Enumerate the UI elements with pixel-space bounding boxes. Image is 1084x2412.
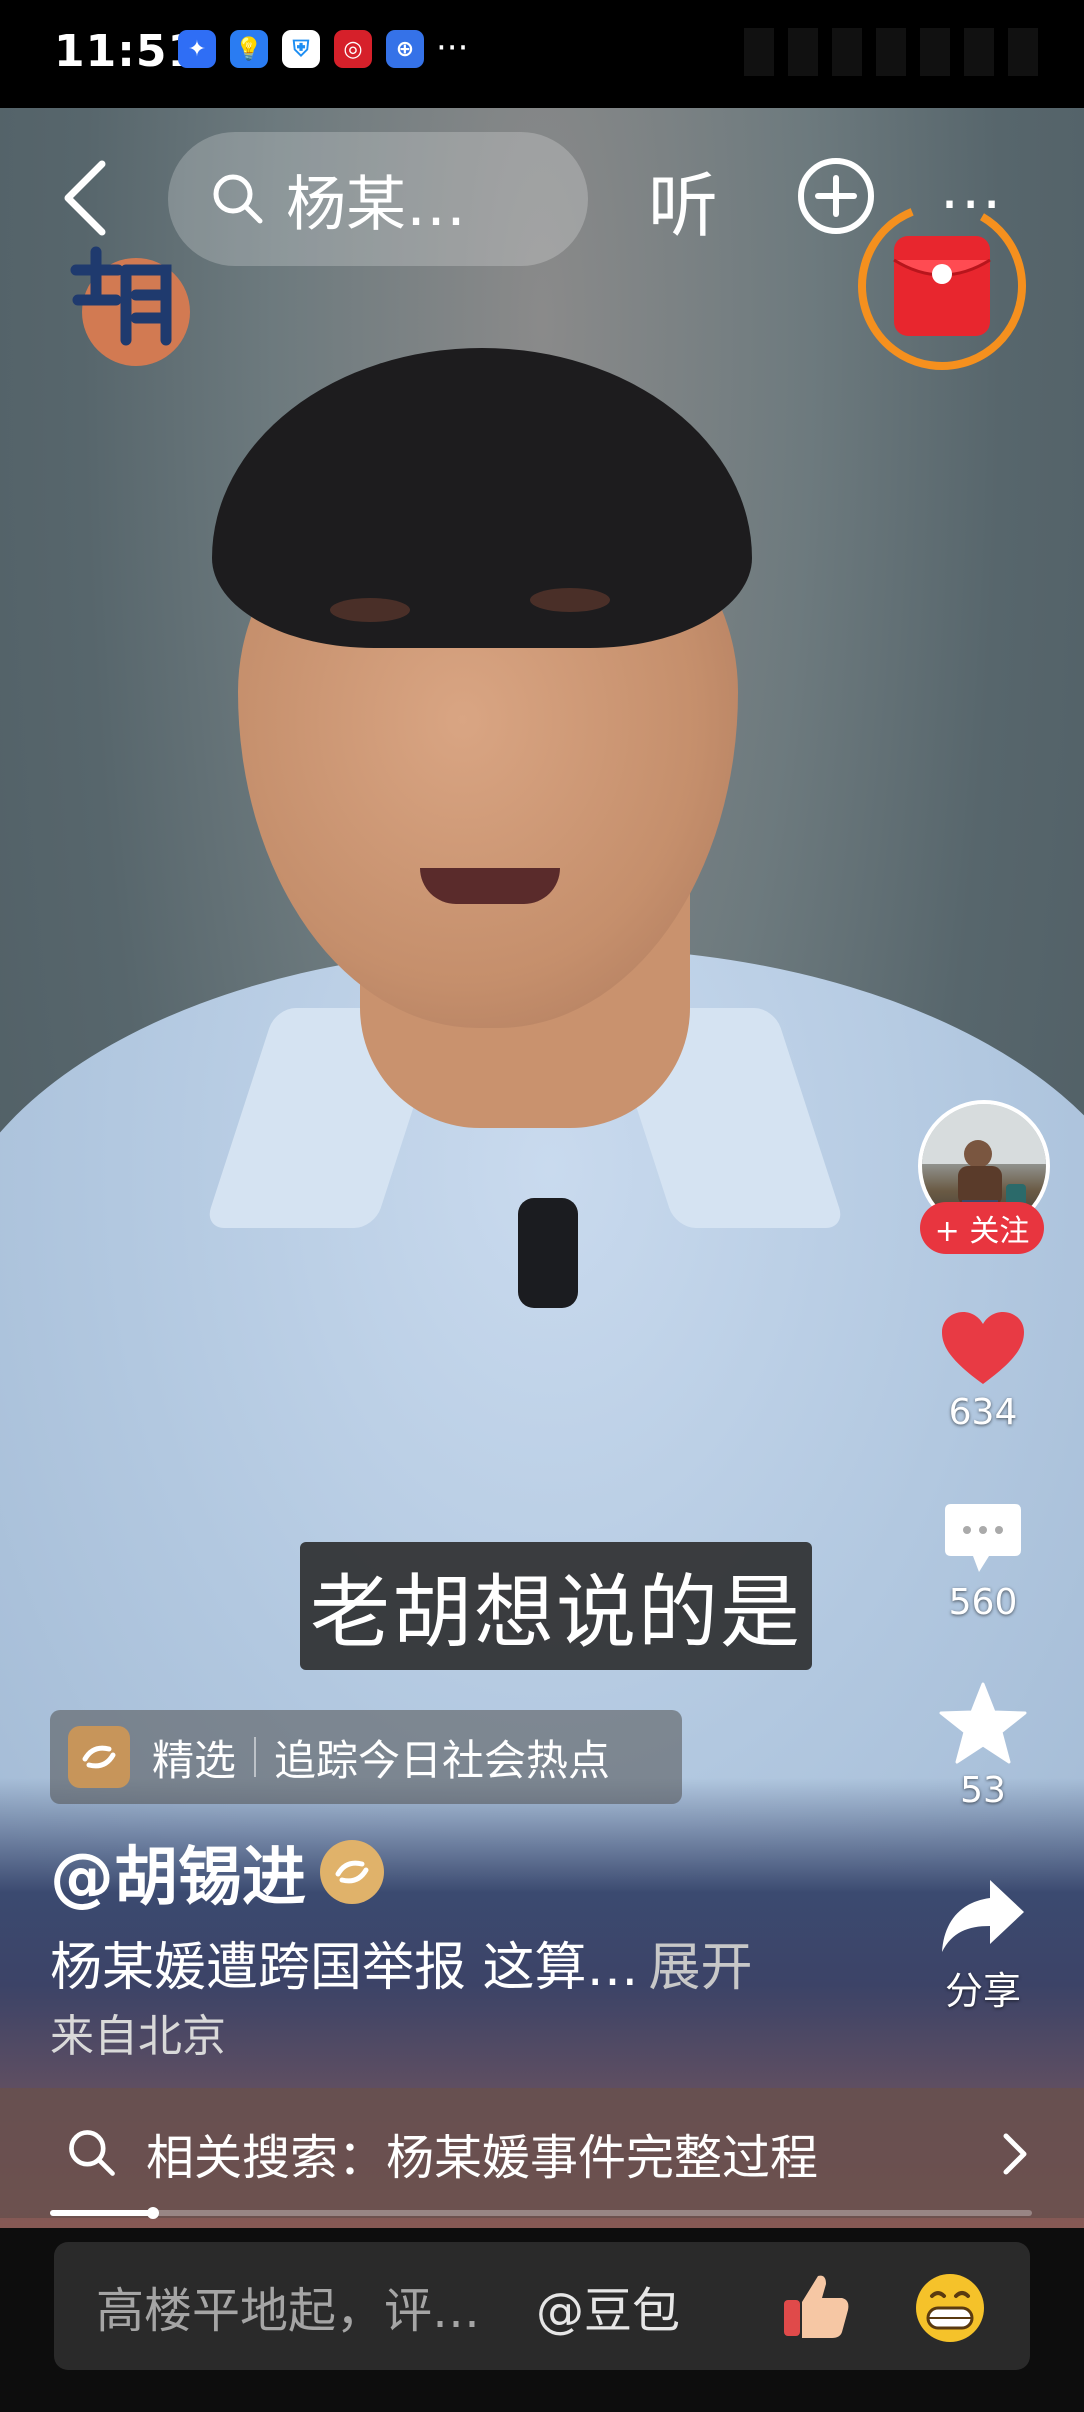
mention-doubao-button[interactable]: @豆包 (536, 2271, 680, 2341)
video-scene-mouth (420, 868, 560, 904)
back-icon[interactable] (56, 158, 116, 238)
favorite-count: 53 (960, 1770, 1006, 1811)
favorite-button[interactable]: 53 (920, 1682, 1046, 1811)
video-scene-eye (330, 598, 410, 622)
app-icon-red: ◎ (334, 30, 372, 68)
status-icons: ✦ 💡 ⛨ ◎ ⊕ (178, 30, 424, 68)
like-count: 634 (948, 1392, 1018, 1433)
video-scene-mic (518, 1198, 578, 1308)
bulb-icon: 💡 (230, 30, 268, 68)
author-name[interactable]: @胡锡进 (50, 1826, 384, 1918)
follow-label: + 关注 (934, 1214, 1030, 1249)
search-query-text: 杨某… (286, 169, 466, 240)
post-description-text: 杨某媛遭跨国举报 这算… (50, 1938, 639, 1998)
status-bar: 11:51 ✦ 💡 ⛨ ◎ ⊕ ··· (0, 0, 1084, 108)
comment-icon (945, 1504, 1021, 1572)
like-button[interactable]: 634 (920, 1310, 1046, 1433)
video-progress-fill (50, 2210, 154, 2216)
share-arrow-icon (942, 1880, 1024, 1952)
related-search-label: 相关搜索：杨某媛事件完整过程 (146, 2130, 819, 2186)
heart-icon (942, 1312, 1024, 1384)
grinning-emoji-icon[interactable] (912, 2270, 988, 2346)
video-subtitle: 老胡想说的是 (300, 1542, 812, 1670)
follow-button[interactable]: + 关注 (920, 1202, 1044, 1254)
listen-button[interactable]: 听 (648, 150, 718, 251)
chevron-right-icon (1003, 2133, 1027, 2175)
status-more-icon: ··· (436, 28, 469, 68)
shield-icon: ⛨ (282, 30, 320, 68)
thumbs-up-emoji-icon[interactable] (780, 2270, 852, 2342)
tag-topic: 追踪今日社会热点 (274, 1735, 611, 1785)
tag-label: 精选 (152, 1735, 237, 1785)
globe-icon: ⊕ (386, 30, 424, 68)
star-icon (939, 1682, 1027, 1764)
status-system-icons (744, 28, 1044, 76)
search-icon (69, 2130, 115, 2176)
channel-logo (70, 246, 190, 366)
post-description[interactable]: 杨某媛遭跨国举报 这算… 展开 (50, 1925, 753, 2000)
featured-tag-bar[interactable]: 精选 追踪今日社会热点 (50, 1710, 682, 1804)
featured-badge-icon (68, 1726, 130, 1788)
related-search-bar[interactable]: 相关搜索：杨某媛事件完整过程 (0, 2088, 1084, 2218)
expand-button[interactable]: 展开 (649, 1938, 753, 1998)
comment-count: 560 (948, 1582, 1018, 1623)
video-progress-bar[interactable] (50, 2207, 1032, 2219)
video-scene-hair (212, 348, 752, 648)
search-pill[interactable]: 杨某… (168, 132, 588, 266)
author-name-text: @胡锡进 (50, 1841, 306, 1915)
comment-input[interactable]: 高楼平地起，评… @豆包 (54, 2242, 1030, 2370)
share-label: 分享 (944, 1969, 1021, 2013)
search-icon (213, 174, 263, 224)
app-icon-blue: ✦ (178, 30, 216, 68)
video-scene-eye (530, 588, 610, 612)
comment-button[interactable]: 560 (920, 1500, 1046, 1623)
post-origin: 来自北京 (50, 2011, 226, 2062)
comment-placeholder: 高楼平地起，评… (96, 2283, 481, 2339)
verified-badge-icon (320, 1840, 384, 1904)
video-progress-knob[interactable] (147, 2207, 160, 2219)
tag-divider (254, 1737, 257, 1777)
red-packet-icon[interactable] (856, 200, 1028, 372)
share-button[interactable]: 分享 (920, 1876, 1046, 2015)
